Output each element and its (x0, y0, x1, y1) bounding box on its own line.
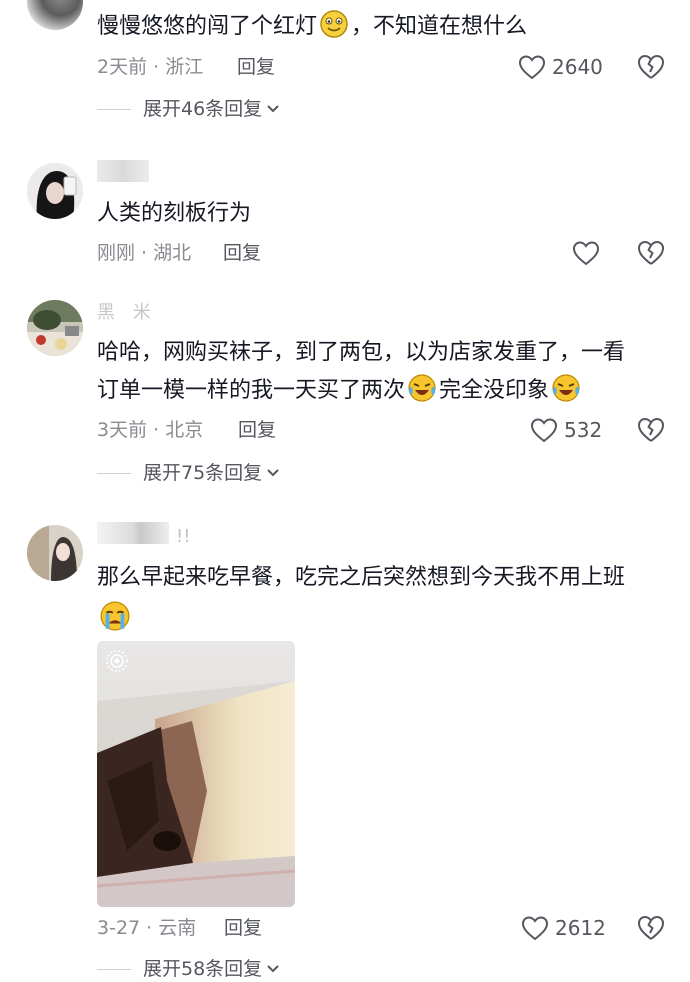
comment-meta: 2天前 · 浙江 (97, 56, 204, 78)
avatar[interactable] (27, 300, 83, 356)
comment-text: 订单一模一样的我一天买了两次 完全没印象 (97, 372, 583, 410)
broken-heart-icon[interactable] (636, 416, 666, 444)
divider (97, 108, 131, 110)
crying-laugh-emoji-icon (407, 373, 437, 403)
like-button[interactable]: 2612 (521, 915, 606, 941)
comment-text: 人类的刻板行为 (97, 201, 252, 226)
heart-icon (530, 418, 558, 443)
smile-emoji-icon (319, 9, 349, 39)
reply-button[interactable]: 回复 (237, 54, 275, 80)
like-button[interactable] (572, 240, 600, 266)
heart-icon (518, 55, 546, 80)
broken-heart-icon[interactable] (636, 914, 666, 942)
comment-meta: 刚刚 · 湖北 (97, 242, 192, 264)
comment-text: 慢慢悠悠的闯了个红灯 ，不知道在想什么 (97, 8, 527, 46)
comment-meta: 3-27 · 云南 (97, 917, 197, 939)
username-redacted (97, 160, 149, 182)
comment-image[interactable] (97, 641, 295, 907)
comment-meta: 3天前 · 北京 (97, 419, 204, 441)
avatar[interactable] (27, 163, 83, 219)
avatar[interactable] (27, 0, 83, 30)
like-count: 2640 (552, 55, 603, 79)
heart-icon (521, 916, 549, 941)
like-count: 2612 (555, 916, 606, 940)
username-redacted (97, 522, 169, 544)
comment-text: 那么早起来吃早餐，吃完之后突然想到今天我不用上班 (97, 565, 626, 590)
divider (97, 968, 131, 970)
heart-icon (572, 241, 600, 266)
reply-button[interactable]: 回复 (238, 417, 276, 443)
username-suffix: !! (176, 526, 191, 547)
comment-text: 哈哈，网购买袜子，到了两包，以为店家发重了，一看 (97, 340, 626, 365)
expand-replies-button[interactable]: 展开46条回复 (97, 96, 281, 122)
live-photo-icon (106, 650, 128, 672)
avatar[interactable] (27, 525, 83, 581)
expand-replies-button[interactable]: 展开58条回复 (97, 956, 281, 982)
expand-replies-button[interactable]: 展开75条回复 (97, 460, 281, 486)
crying-emoji-icon (99, 600, 131, 632)
like-button[interactable]: 532 (530, 417, 602, 443)
chevron-down-icon (267, 469, 279, 477)
chevron-down-icon (267, 105, 279, 113)
chevron-down-icon (267, 965, 279, 973)
divider (97, 472, 131, 474)
like-button[interactable]: 2640 (518, 54, 603, 80)
reply-button[interactable]: 回复 (224, 915, 262, 941)
broken-heart-icon[interactable] (636, 53, 666, 81)
like-count: 532 (564, 418, 603, 442)
crying-laugh-emoji-icon (551, 373, 581, 403)
reply-button[interactable]: 回复 (223, 240, 261, 266)
broken-heart-icon[interactable] (636, 239, 666, 267)
username: 黑 米 (97, 302, 157, 323)
